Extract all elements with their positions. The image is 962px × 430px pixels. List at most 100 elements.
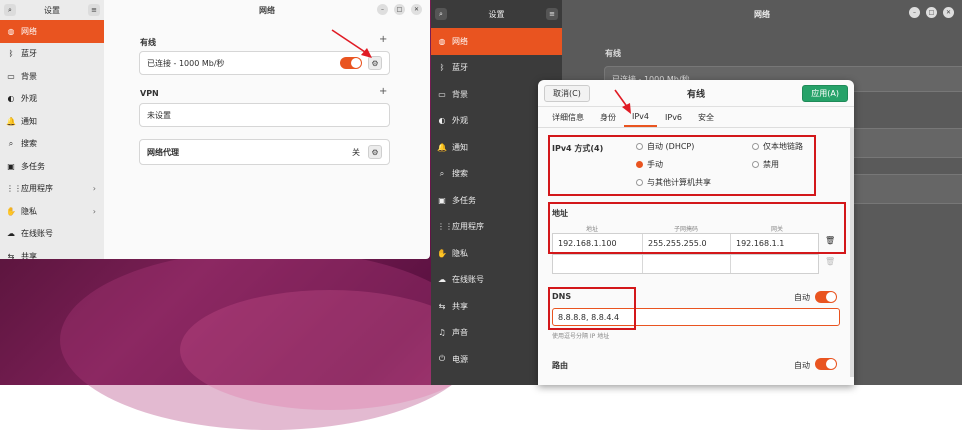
proxy-value: 关 (352, 147, 360, 157)
sidebar-item-network[interactable]: ◍ 网络 (431, 28, 562, 55)
cloud-icon: ☁ (7, 229, 15, 239)
search-button[interactable]: ⌕ (4, 4, 16, 16)
sidebar-item-label: 通知 (452, 142, 468, 152)
privacy-icon: ✋ (437, 248, 447, 258)
maximize-icon[interactable]: □ (926, 7, 937, 18)
menu-button[interactable]: ≡ (546, 8, 558, 20)
proxy-label: 网络代理 (147, 147, 179, 157)
sidebar-item-network[interactable]: ◍ 网络 (0, 20, 104, 43)
sidebar-item-label: 隐私 (21, 206, 37, 216)
sidebar-item-bell[interactable]: 🔔 通知 (0, 110, 104, 133)
wired-settings-dialog: 取消(C) 有线 应用(A) 详细信息 身份 IPv4 IPv6 安全 IPv4… (538, 80, 854, 385)
search-icon: ⌕ (8, 5, 12, 14)
highlight-method-box (548, 135, 816, 196)
sidebar-item-label: 网络 (21, 26, 37, 36)
vpn-status: 未设置 (147, 110, 171, 120)
sidebar-item-label: 共享 (452, 301, 468, 311)
sidebar-item-privacy[interactable]: ✋ 隐私 › (0, 200, 104, 223)
sidebar-item-label: 通知 (21, 116, 37, 126)
multitask-icon: ▣ (7, 161, 15, 171)
sidebar-item-label: 网络 (452, 36, 468, 46)
sidebar-item-label: 背景 (21, 71, 37, 81)
multitask-icon: ▣ (438, 195, 446, 205)
add-vpn-button[interactable]: + (379, 86, 387, 97)
gear-icon: ⚙ (371, 147, 379, 157)
maximize-icon[interactable]: □ (394, 4, 405, 15)
window-controls: – □ ✕ (377, 4, 422, 15)
dns-auto-toggle[interactable] (815, 291, 837, 303)
window-controls: – □ ✕ (909, 7, 954, 18)
tab-details[interactable]: 详细信息 (544, 107, 592, 127)
sidebar-item-label: 多任务 (21, 161, 45, 171)
sidebar-item-label: 在线账号 (21, 229, 53, 239)
appearance-icon: ◐ (438, 116, 446, 126)
sidebar-item-appearance[interactable]: ◐ 外观 (0, 88, 104, 111)
share-icon: ⇆ (7, 251, 15, 259)
sidebar-title: 设置 (44, 5, 60, 15)
apps-icon: ⋮⋮ (6, 184, 22, 194)
scrollbar[interactable] (850, 127, 854, 377)
sidebar-item-bluetooth[interactable]: ᛒ 蓝牙 (431, 55, 562, 82)
tab-ipv6[interactable]: IPv6 (657, 107, 690, 127)
search-icon: ⌕ (439, 9, 443, 18)
sidebar-item-label: 电源 (452, 354, 468, 364)
dialog-header: 取消(C) 有线 应用(A) (538, 80, 854, 107)
close-icon[interactable]: ✕ (943, 7, 954, 18)
dialog-tabs: 详细信息 身份 IPv4 IPv6 安全 (538, 107, 854, 128)
sidebar-item-multitask[interactable]: ▣ 多任务 (0, 155, 104, 178)
minimize-icon[interactable]: – (909, 7, 920, 18)
bell-icon: 🔔 (6, 116, 16, 126)
sidebar-header: ⌕ 设置 ≡ (431, 0, 562, 28)
route-auto-label: 自动 (794, 361, 810, 370)
sidebar-item-label: 应用程序 (21, 184, 53, 194)
address-input-empty[interactable] (553, 255, 643, 273)
apply-button[interactable]: 应用(A) (802, 84, 848, 102)
sidebar-item-label: 共享 (21, 251, 37, 259)
netmask-input-empty[interactable] (643, 255, 731, 273)
annotation-arrow (331, 29, 372, 58)
highlight-dns-box (548, 287, 636, 330)
sidebar-item-label: 外观 (21, 94, 37, 104)
sound-icon: ♫ (438, 328, 446, 338)
search-icon: ⌕ (8, 138, 14, 148)
sidebar-item-label: 隐私 (452, 248, 468, 258)
sidebar-item-cloud[interactable]: ☁ 在线账号 (0, 223, 104, 246)
chevron-right-icon: › (92, 184, 96, 194)
sidebar-item-label: 外观 (452, 116, 468, 126)
proxy-row[interactable]: 网络代理 关 ⚙ (139, 139, 390, 165)
chevron-right-icon: › (92, 206, 96, 216)
hamburger-icon: ≡ (91, 6, 97, 14)
sidebar-item-search[interactable]: ⌕ 搜索 (0, 133, 104, 156)
minimize-icon[interactable]: – (377, 4, 388, 15)
cancel-button[interactable]: 取消(C) (544, 84, 590, 102)
sidebar-item-bluetooth[interactable]: ᛒ 蓝牙 (0, 43, 104, 66)
wired-section-label: 有线 (605, 49, 621, 58)
sidebar-item-label: 蓝牙 (21, 49, 37, 59)
power-icon: ⏻ (438, 354, 446, 364)
settings-window-left: ⌕ 设置 ≡ ◍ 网络 ᛒ 蓝牙 ▭ 背景 ◐ 外观 🔔 通知 ⌕ 搜索 ▣ 多任务 ⋮⋮ 应用程序 › ✋ 隐私 ›… (0, 0, 430, 259)
address-row-empty (552, 254, 819, 274)
bluetooth-icon: ᛒ (8, 49, 14, 59)
sidebar-item-label: 搜索 (21, 139, 37, 149)
search-button[interactable]: ⌕ (435, 8, 447, 20)
wired-section-label: 有线 (140, 38, 156, 47)
proxy-settings-button[interactable]: ⚙ (368, 145, 382, 159)
menu-button[interactable]: ≡ (88, 4, 100, 16)
dns-hint: 使用逗号分隔 IP 地址 (552, 333, 610, 340)
tab-security[interactable]: 安全 (690, 107, 722, 127)
network-icon: ◍ (7, 26, 15, 36)
gateway-input-empty[interactable] (731, 255, 818, 273)
sidebar-item-apps[interactable]: ⋮⋮应用程序 › (0, 178, 104, 201)
add-wired-button[interactable]: + (379, 34, 387, 45)
route-auto-toggle[interactable] (815, 358, 837, 370)
annotation-arrow (614, 89, 631, 114)
sidebar-item-share[interactable]: ⇆ 共享 (0, 245, 104, 259)
highlight-address-box (548, 202, 846, 254)
sidebar-item-background[interactable]: ▭ 背景 (0, 65, 104, 88)
close-icon[interactable]: ✕ (411, 4, 422, 15)
bluetooth-icon: ᛒ (439, 63, 445, 73)
sidebar-item-label: 应用程序 (452, 222, 484, 232)
privacy-icon: ✋ (6, 206, 16, 216)
network-icon: ◍ (438, 36, 446, 46)
dns-auto-label: 自动 (794, 293, 810, 302)
